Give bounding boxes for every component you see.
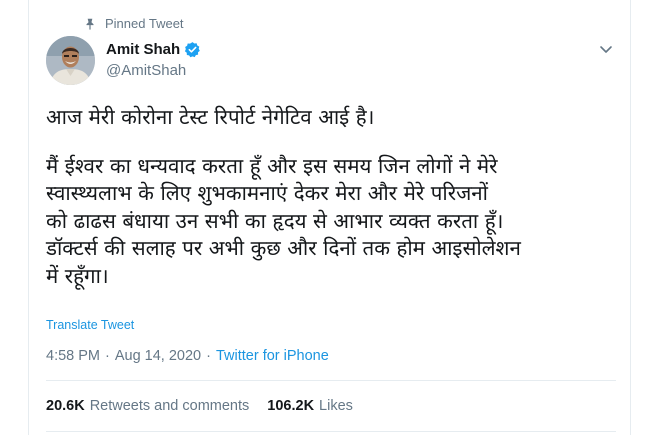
meta-separator: · <box>206 348 211 364</box>
tweet-time[interactable]: 4:58 PM <box>46 348 100 364</box>
author-name[interactable]: Amit Shah <box>106 41 180 58</box>
engagement-stats: 20.6K Retweets and comments 106.2K Likes <box>46 398 353 414</box>
tweet-date[interactable]: Aug 14, 2020 <box>115 348 201 364</box>
retweets-count: 20.6K <box>46 398 85 414</box>
verified-badge-icon <box>185 42 200 58</box>
divider <box>46 431 616 432</box>
tweet-line: मैं ईश्वर का धन्यवाद करता हूँ और इस समय … <box>46 153 498 178</box>
retweets-label: Retweets and comments <box>89 398 250 414</box>
translate-tweet-link[interactable]: Translate Tweet <box>46 318 134 332</box>
retweets-stat[interactable]: 20.6K Retweets and comments <box>46 398 249 414</box>
pinned-label: Pinned Tweet <box>105 16 184 31</box>
avatar[interactable] <box>46 36 95 85</box>
likes-stat[interactable]: 106.2K Likes <box>267 398 353 414</box>
chevron-down-icon[interactable] <box>598 42 614 56</box>
tweet-line: आज मेरी कोरोना टेस्ट रिपोर्ट नेगेटिव आई … <box>46 105 375 129</box>
pinned-indicator: Pinned Tweet <box>83 16 184 31</box>
author-name-row[interactable]: Amit Shah <box>106 41 201 58</box>
meta-separator: · <box>105 348 110 364</box>
tweet-text: आज मेरी कोरोना टेस्ट रिपोर्ट नेगेटिव आई … <box>46 104 616 290</box>
divider <box>46 380 616 381</box>
tweet-line: में रहूँगा। <box>46 263 109 288</box>
timeline-right-border <box>630 0 631 435</box>
author-handle[interactable]: @AmitShah <box>106 62 186 79</box>
likes-count: 106.2K <box>267 398 315 414</box>
tweet-line: स्वास्थ्यलाभ के लिए शुभकामनाएं देकर मेरा… <box>46 181 488 205</box>
tweet-card: Pinned Tweet Amit Shah @AmitShah आज मेरी… <box>0 0 657 435</box>
tweet-line: को ढाढस बंधाया उन सभी का हृदय से आभार व्… <box>46 208 504 233</box>
pin-icon <box>86 18 94 30</box>
tweet-source-link[interactable]: Twitter for iPhone <box>216 348 329 364</box>
avatar-image <box>46 36 95 85</box>
tweet-metadata: 4:58 PM · Aug 14, 2020 · Twitter for iPh… <box>46 348 329 364</box>
likes-label: Likes <box>319 398 353 414</box>
tweet-line: डॉक्टर्स की सलाह पर अभी कुछ और दिनों तक … <box>46 236 521 260</box>
timeline-left-border <box>28 0 29 435</box>
